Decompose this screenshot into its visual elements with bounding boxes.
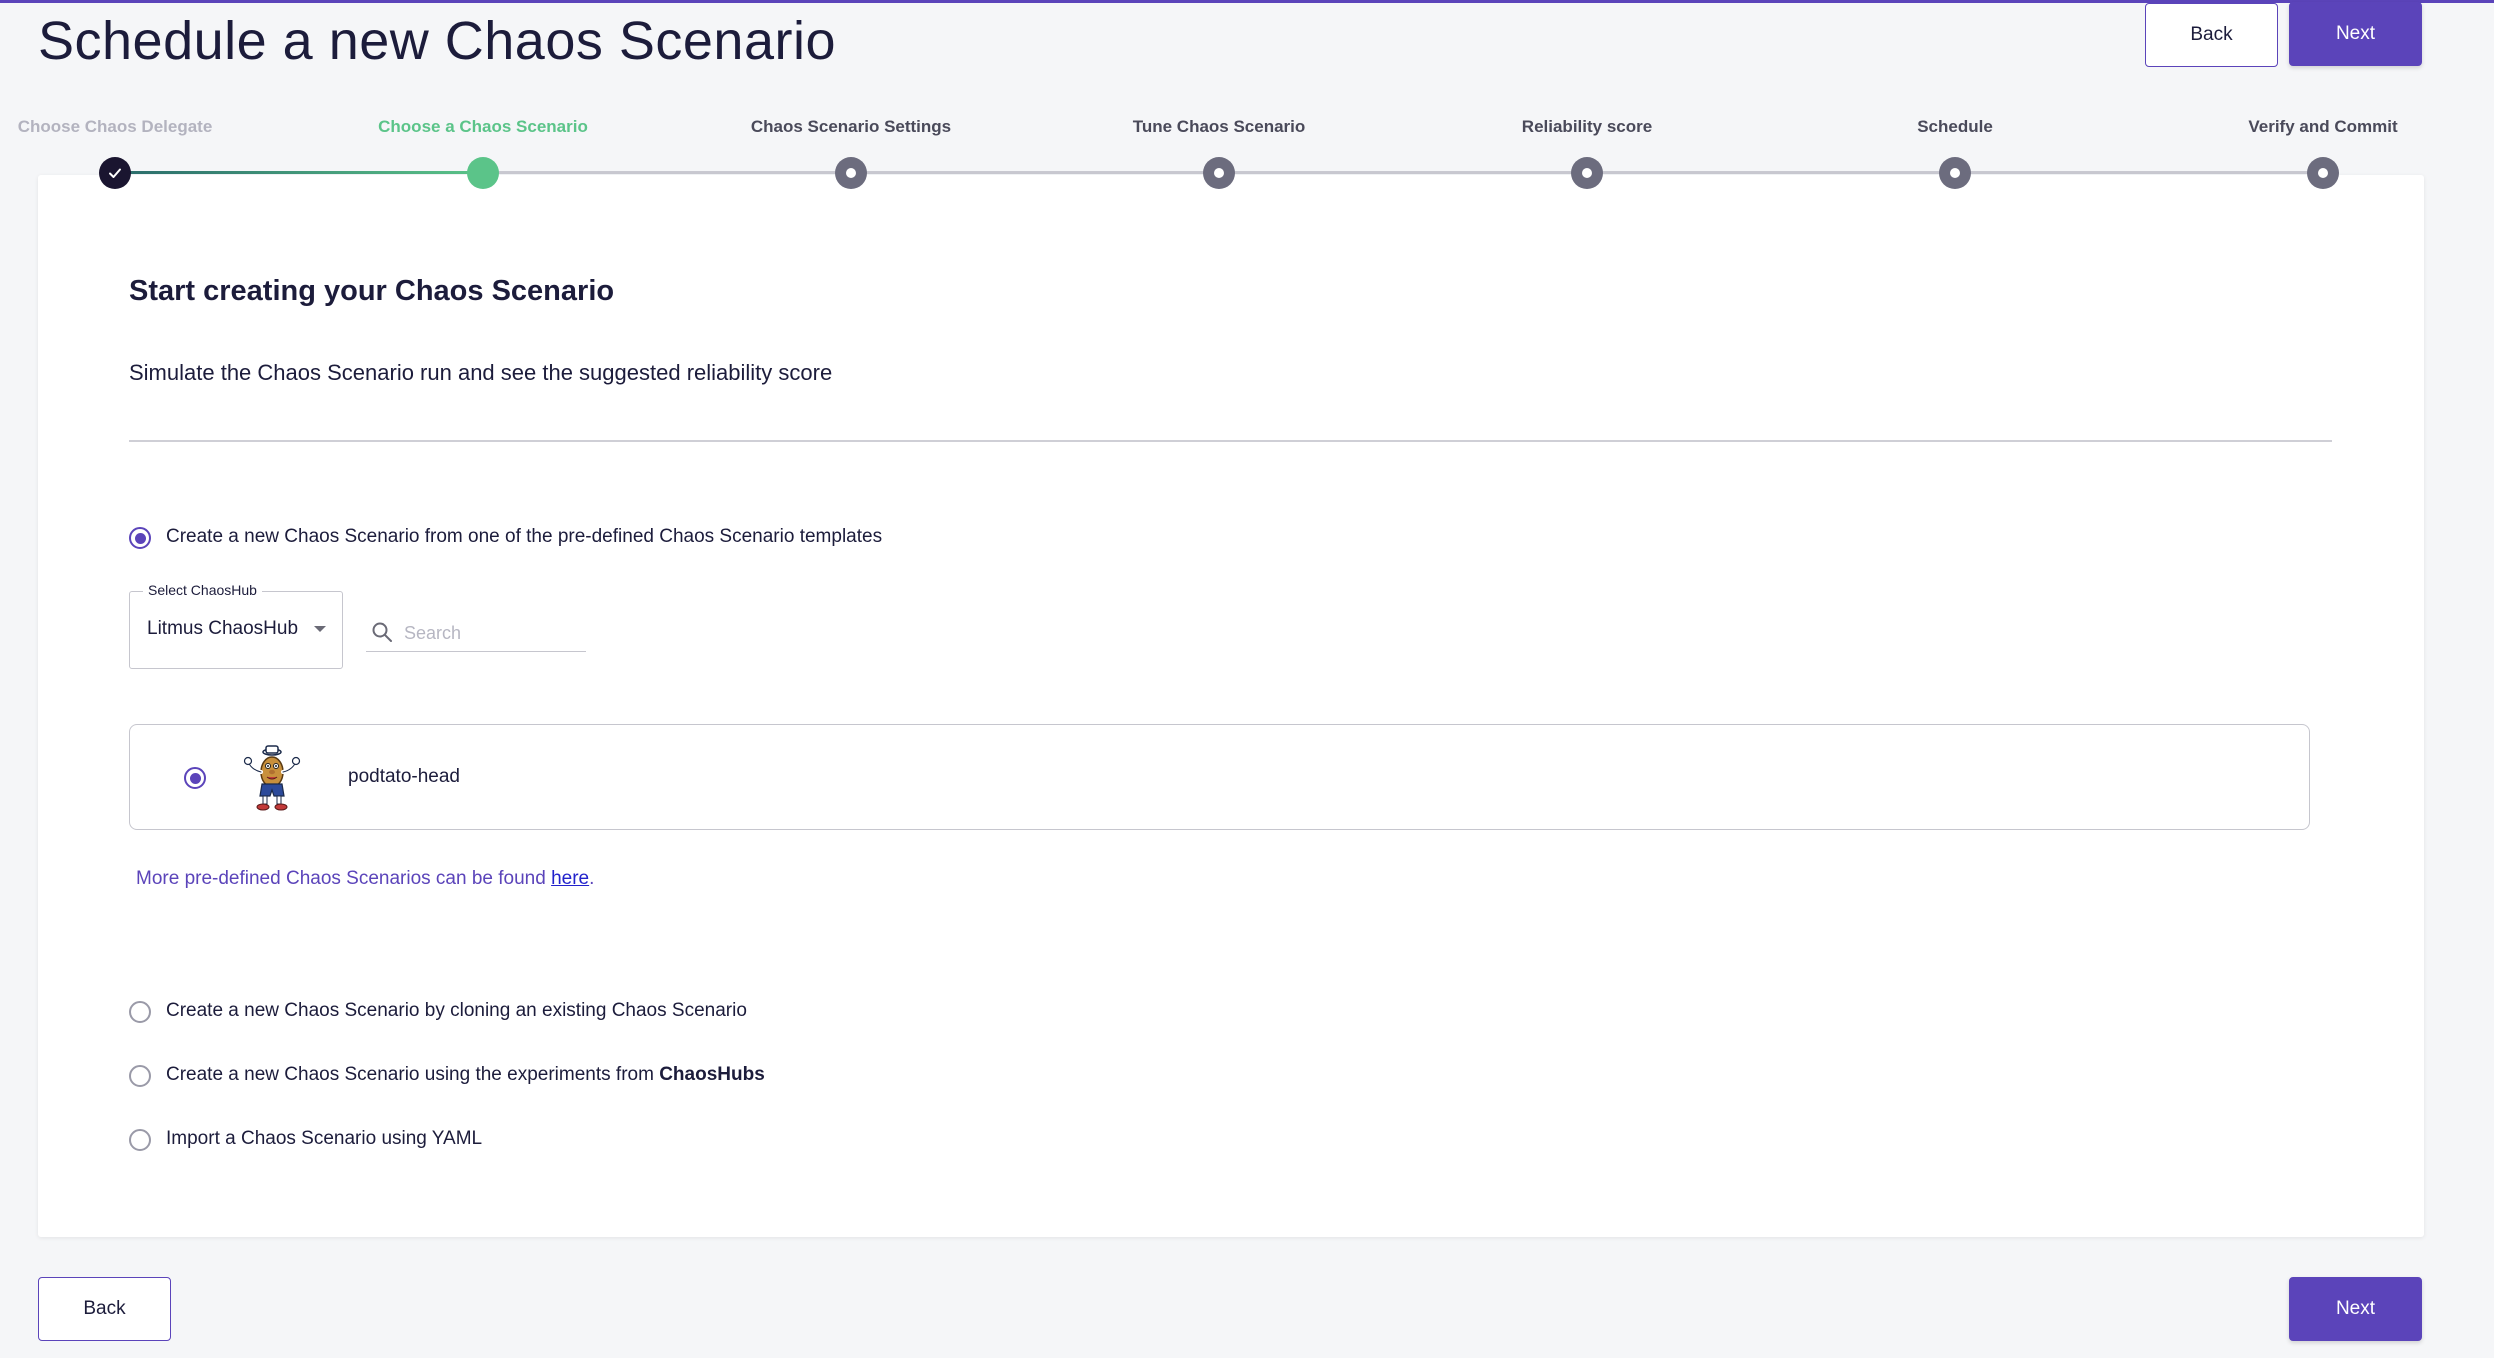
option-predefined-label[interactable]: Create a new Chaos Scenario from one of … (166, 526, 882, 548)
card-title: Start creating your Chaos Scenario (129, 275, 615, 307)
card-divider (129, 440, 2332, 442)
step-label-verify-commit: Verify and Commit (2248, 117, 2398, 136)
header-back-button[interactable]: Back (2145, 3, 2278, 67)
stepper-line-complete (114, 171, 483, 174)
template-name-podtato-head: podtato-head (348, 766, 460, 787)
option-clone-label[interactable]: Create a new Chaos Scenario by cloning a… (166, 1000, 747, 1022)
page-title: Schedule a new Chaos Scenario (38, 11, 837, 71)
check-icon (109, 168, 121, 178)
podtato-head-mascot-icon (243, 745, 301, 811)
step-label-choose-scenario: Choose a Chaos Scenario (378, 117, 588, 136)
step-dot-scenario-settings (835, 157, 867, 189)
top-accent-strip (0, 0, 2494, 3)
step-label-scenario-settings: Chaos Scenario Settings (750, 117, 952, 136)
option-yaml-radio[interactable] (129, 1129, 151, 1151)
more-scenarios-text: More pre-defined Chaos Scenarios can be … (136, 868, 594, 890)
step-dot-verify-commit (2307, 157, 2339, 189)
step-dot-choose-scenario (467, 157, 499, 189)
chaoshub-select-value[interactable]: Litmus ChaosHub (147, 618, 298, 640)
template-search[interactable] (366, 614, 586, 652)
option-chaoshubs-radio[interactable] (129, 1065, 151, 1087)
option-chaoshubs-bold: ChaosHubs (659, 1064, 765, 1085)
option-yaml-label[interactable]: Import a Chaos Scenario using YAML (166, 1128, 482, 1150)
step-dot-choose-delegate (99, 157, 131, 189)
option-predefined-radio[interactable] (129, 527, 151, 549)
footer-next-button[interactable]: Next (2289, 1277, 2422, 1341)
search-icon (372, 622, 392, 642)
chevron-down-icon[interactable] (314, 626, 326, 632)
template-radio-podtato-head[interactable] (184, 767, 206, 789)
option-clone-radio[interactable] (129, 1001, 151, 1023)
stepper-line-pending (483, 171, 2323, 174)
step-label-choose-delegate: Choose Chaos Delegate (17, 117, 213, 136)
more-scenarios-suffix: . (589, 868, 595, 889)
step-dot-tune-scenario (1203, 157, 1235, 189)
option-chaoshubs-text: Create a new Chaos Scenario using the ex… (166, 1064, 660, 1085)
footer-back-button[interactable]: Back (38, 1277, 171, 1341)
search-input[interactable] (404, 618, 582, 648)
more-scenarios-link[interactable]: here (551, 868, 589, 889)
step-dot-reliability-score (1571, 157, 1603, 189)
more-scenarios-label: More pre-defined Chaos Scenarios can be … (136, 868, 552, 889)
step-dot-schedule (1939, 157, 1971, 189)
card-subtitle: Simulate the Chaos Scenario run and see … (129, 360, 833, 385)
step-label-tune-scenario: Tune Chaos Scenario (1132, 117, 1306, 136)
option-chaoshubs-label[interactable]: Create a new Chaos Scenario using the ex… (166, 1064, 765, 1086)
step-label-schedule: Schedule (1917, 117, 1993, 136)
step-label-reliability-score: Reliability score (1521, 117, 1653, 136)
header-next-button[interactable]: Next (2289, 2, 2422, 66)
chaoshub-select-label: Select ChaosHub (143, 582, 262, 598)
